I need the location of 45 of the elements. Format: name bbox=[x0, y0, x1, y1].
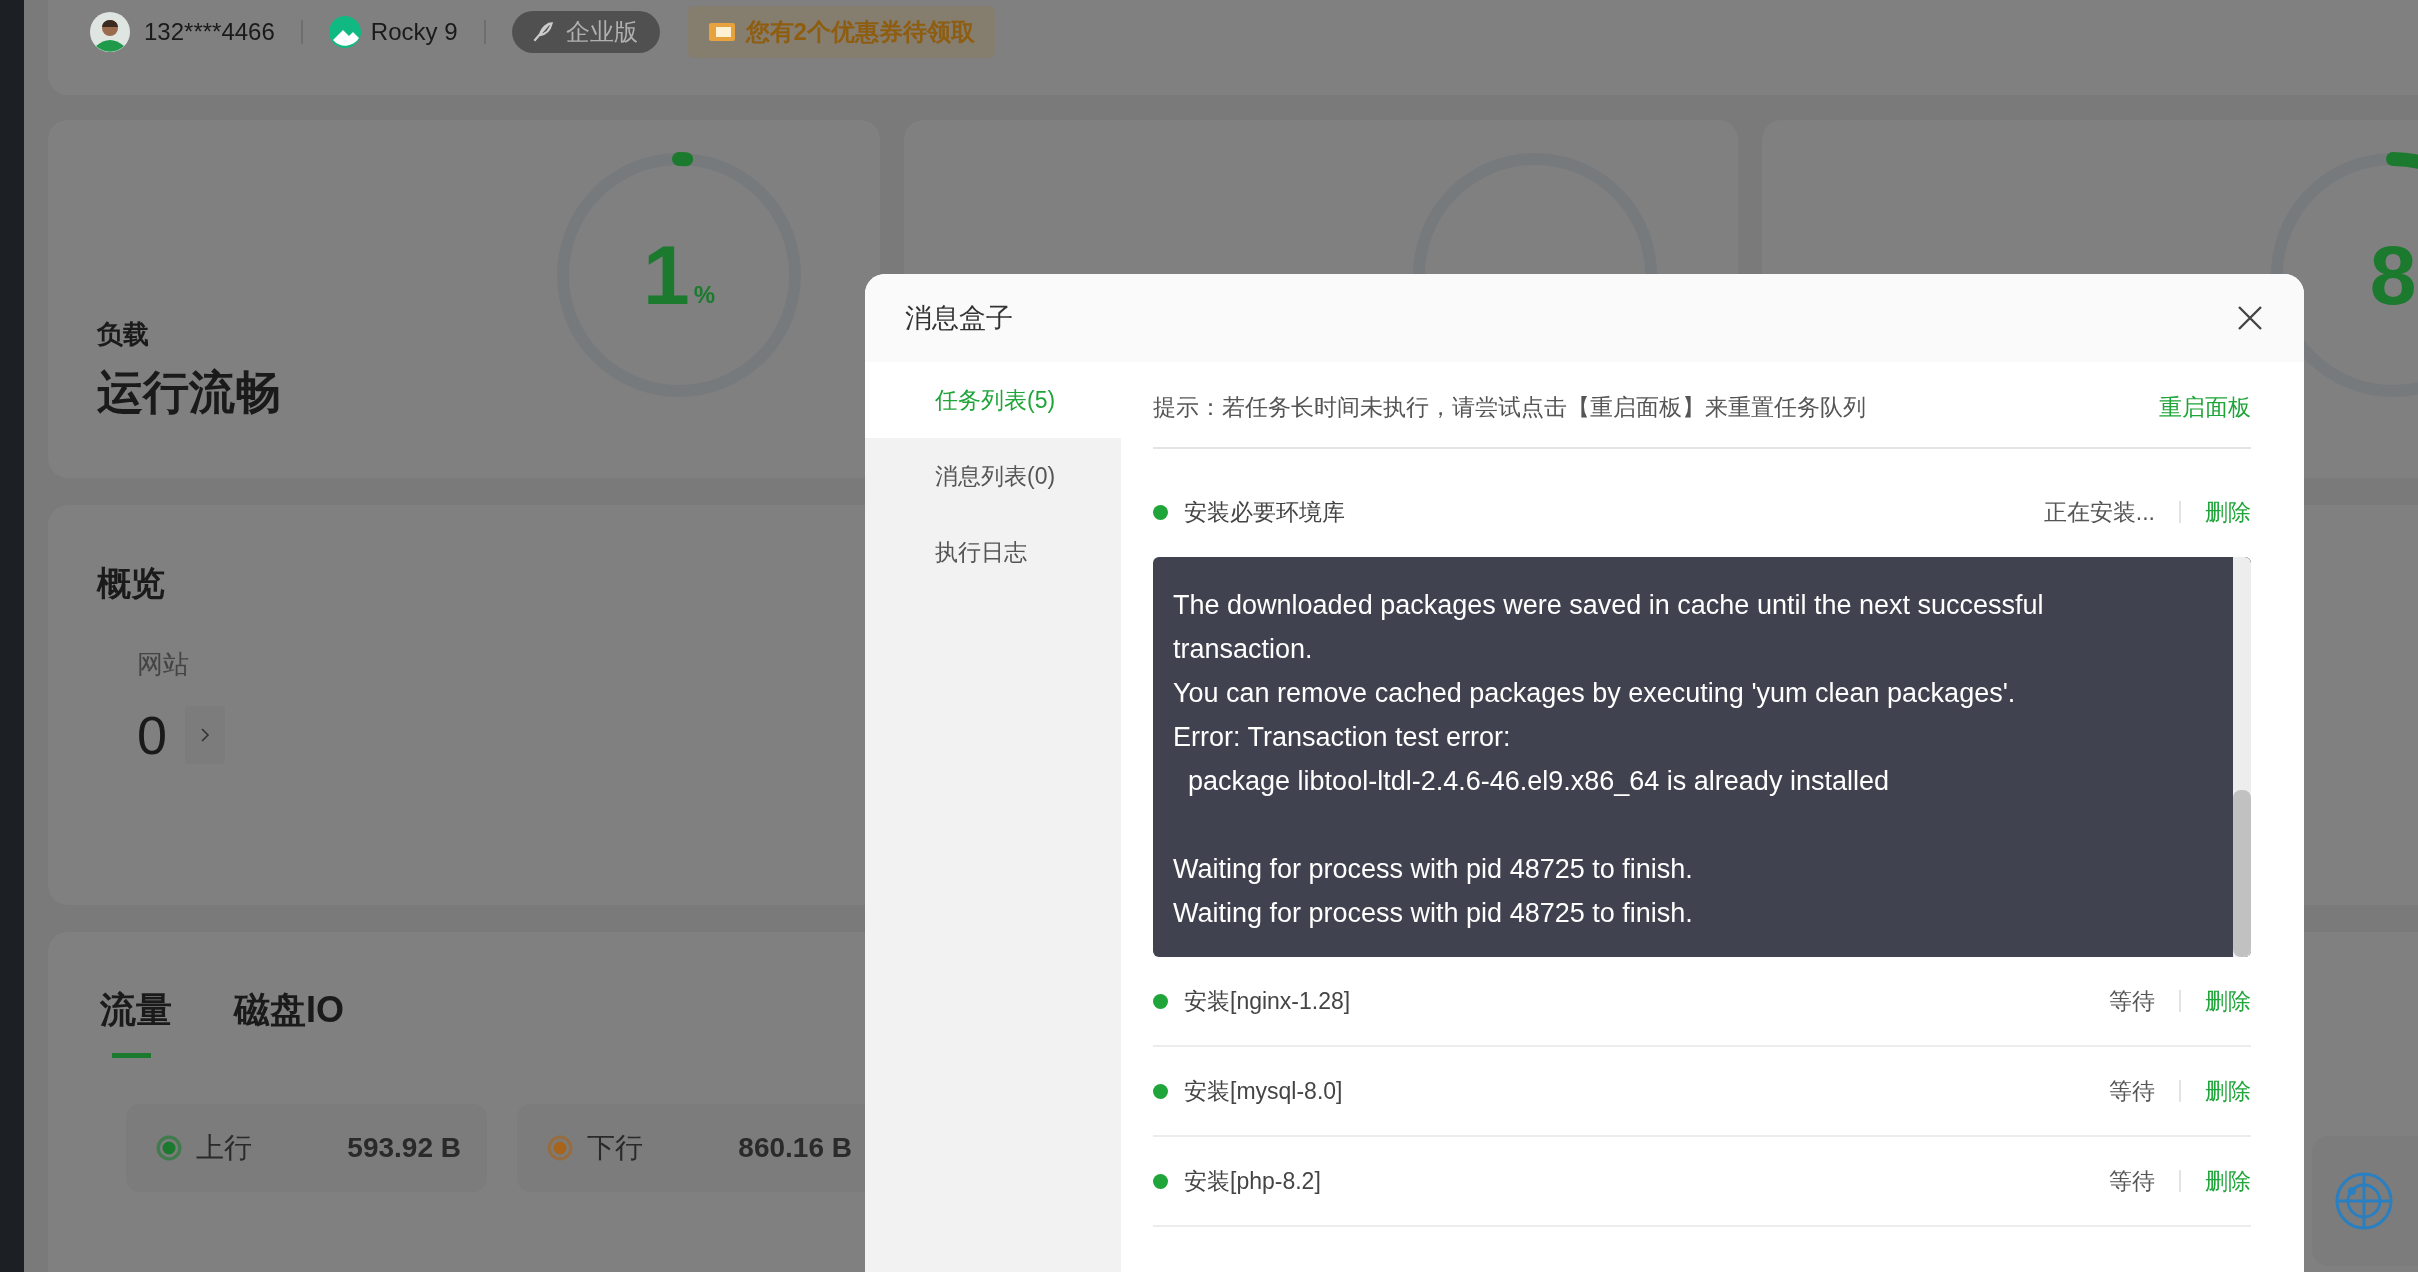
chart-tab[interactable]: 磁盘IO bbox=[234, 986, 344, 1058]
stat-label: 网站 bbox=[137, 648, 189, 681]
traffic-value: 860.16 B bbox=[738, 1132, 852, 1164]
metric-status: 运行流畅 bbox=[97, 365, 282, 420]
delete-link[interactable]: 删除 bbox=[2205, 985, 2251, 1017]
chevron-icon bbox=[200, 727, 211, 743]
edition-badge[interactable]: 企业版 bbox=[511, 10, 660, 53]
delete-link[interactable]: 删除 bbox=[2205, 1075, 2251, 1107]
stat-value[interactable]: 0 bbox=[137, 704, 168, 766]
log-output: The downloaded packages were saved in cache until the next successful transaction. You can remove cached packages by executing 'yum clean packages'. Error: Transaction test error: package libtool-ltdl-2.4.6-46.el9.x86_64 is already installed Waiting for process with pid 48725 to finish. Waiting for process with pid 48725 to finish. bbox=[1173, 589, 2045, 930]
traffic-label: 下行 bbox=[587, 1131, 643, 1165]
mountain-logo-icon bbox=[328, 15, 361, 48]
gauge-unit: % bbox=[693, 281, 716, 309]
avatar-icon[interactable] bbox=[90, 11, 130, 52]
task-status: 正在安装... bbox=[2043, 497, 2155, 527]
scrollbar-thumb[interactable] bbox=[2233, 790, 2251, 957]
chart-tab[interactable]: 流量 bbox=[100, 986, 172, 1058]
traffic-value: 593.92 B bbox=[347, 1132, 461, 1164]
task-name: 安装必要环境库 bbox=[1184, 497, 1345, 527]
metric-label: 负载 bbox=[97, 318, 150, 351]
gauge-value: 8 bbox=[2369, 233, 2417, 317]
os-name: Rocky 9 bbox=[370, 17, 458, 46]
legend-dot bbox=[547, 1135, 573, 1161]
dialog-title: 消息盒子 bbox=[905, 302, 1013, 335]
delete-link[interactable]: 删除 bbox=[2205, 1165, 2251, 1197]
task-name: 安装[nginx-1.28] bbox=[1184, 986, 1351, 1016]
scrollbar[interactable] bbox=[2233, 557, 2251, 957]
delete-link[interactable]: 删除 bbox=[2205, 496, 2251, 528]
account-name[interactable]: 132****4466 bbox=[144, 17, 275, 46]
task-status: 等待 bbox=[2109, 986, 2155, 1016]
close-button[interactable] bbox=[2236, 304, 2264, 332]
menu-item[interactable]: 任务列表(5) bbox=[865, 362, 1121, 438]
restart-link[interactable]: 重启面板 bbox=[2159, 392, 2251, 423]
radar-icon bbox=[2334, 1171, 2394, 1231]
gauge-value: 1 bbox=[642, 233, 690, 317]
chevron-button[interactable] bbox=[185, 706, 226, 764]
task-status: 等待 bbox=[2109, 1076, 2155, 1106]
traffic-label: 上行 bbox=[196, 1131, 252, 1165]
overview-title: 概览 bbox=[97, 563, 165, 604]
shortcut-tile[interactable] bbox=[2312, 1136, 2418, 1266]
task-name: 安装[php-8.2] bbox=[1184, 1166, 1321, 1196]
legend-dot bbox=[156, 1135, 182, 1161]
hint-text: 提示：若任务长时间未执行，请尝试点击【重启面板】来重置任务队列 bbox=[1153, 393, 1866, 422]
task-status: 等待 bbox=[2109, 1166, 2155, 1196]
task-name: 安装[mysql-8.0] bbox=[1184, 1076, 1343, 1106]
